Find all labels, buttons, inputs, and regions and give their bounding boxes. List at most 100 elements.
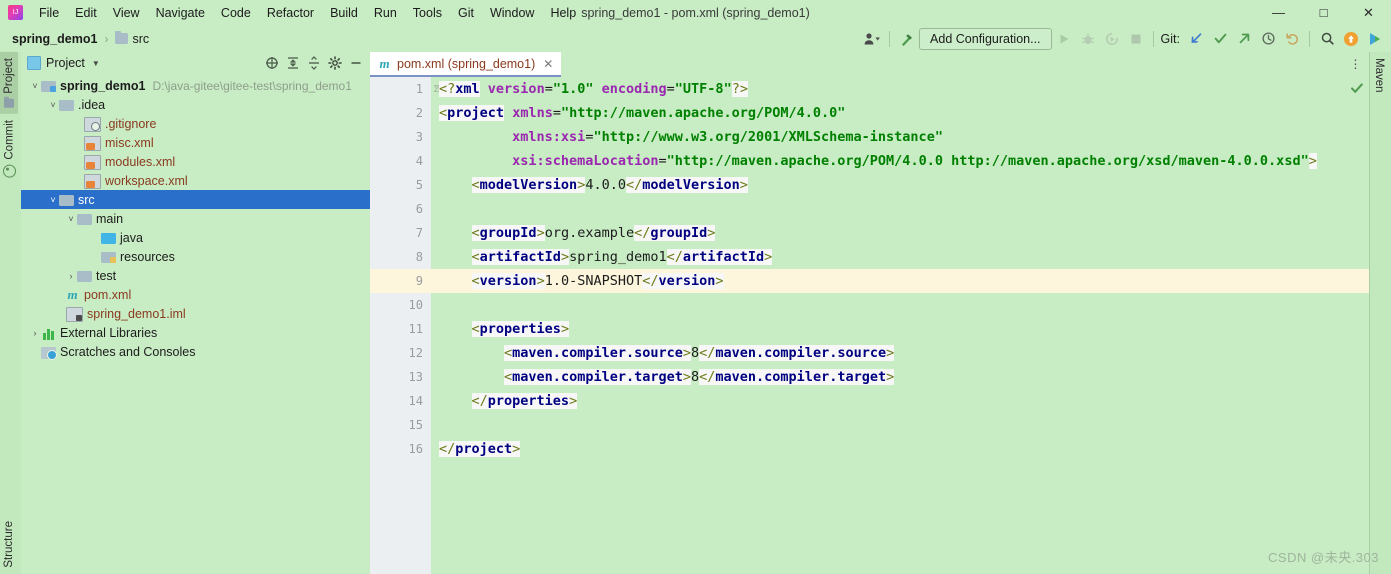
menu-file-label: File [39, 5, 60, 20]
tree-label: spring_demo1.iml [87, 306, 186, 321]
minimize-button[interactable]: — [1256, 0, 1301, 25]
breadcrumb-src[interactable]: src [112, 30, 152, 48]
add-configuration-button[interactable]: Add Configuration... [919, 27, 1052, 50]
code-token: encoding [601, 81, 667, 97]
git-push-icon[interactable] [1232, 28, 1256, 50]
code-token: < [471, 273, 480, 289]
stop-button-icon[interactable] [1124, 28, 1148, 50]
expand-arrow-icon[interactable]: ˅ [29, 81, 41, 91]
settings-gear-icon[interactable] [325, 53, 345, 73]
folder-icon [115, 30, 129, 44]
tab-pom-xml[interactable]: m pom.xml (spring_demo1) ✕ [370, 52, 562, 77]
code-text-area[interactable]: <?xml version="1.0" encoding="UTF-8"?> <p… [431, 77, 1370, 574]
code-token: 8 [691, 369, 700, 385]
expand-arrow-icon[interactable]: ˅ [47, 100, 59, 110]
tab-close-icon[interactable]: ✕ [543, 57, 553, 71]
tree-row-workspace-xml[interactable]: workspace.xml [21, 171, 370, 190]
maximize-button[interactable]: □ [1301, 0, 1346, 25]
menu-build[interactable]: Build [322, 3, 366, 23]
line-number-text: 2 [415, 106, 423, 120]
menu-edit[interactable]: Edit [67, 3, 105, 23]
tree-row-resources[interactable]: resources [21, 247, 370, 266]
editor-options-menu-icon[interactable]: ⋮ [1346, 54, 1366, 74]
expand-arrow-icon[interactable]: › [29, 328, 41, 338]
tree-row-main[interactable]: ˅ main [21, 209, 370, 228]
intellij-idea-window: File Edit View Navigate Code Refactor Bu… [0, 0, 1391, 574]
tool-window-maven[interactable]: Maven [1370, 52, 1388, 99]
expand-arrow-icon[interactable]: ˅ [47, 195, 59, 205]
expand-arrow-icon[interactable]: › [65, 271, 77, 281]
hide-panel-icon[interactable] [346, 53, 366, 73]
collapse-all-icon[interactable] [304, 53, 324, 73]
close-button[interactable]: ✕ [1346, 0, 1391, 25]
search-icon[interactable] [1315, 28, 1339, 50]
tree-row-test[interactable]: › test [21, 266, 370, 285]
tree-label: pom.xml [84, 287, 132, 302]
line-number: 2 [370, 85, 444, 125]
code-token: > [512, 441, 521, 457]
tree-row-modules-xml[interactable]: modules.xml [21, 152, 370, 171]
expand-all-icon[interactable] [283, 53, 303, 73]
menu-git[interactable]: Git [450, 3, 482, 23]
tool-window-structure[interactable]: Structure [0, 515, 18, 574]
tree-row-spring-demo1[interactable]: ˅ spring_demo1 D:\java-gitee\gitee-test\… [21, 76, 370, 95]
update-available-icon[interactable] [1339, 28, 1363, 50]
code-token: 8 [691, 345, 700, 361]
run-with-coverage-icon[interactable] [1100, 28, 1124, 50]
git-rollback-icon[interactable] [1280, 28, 1304, 50]
code-token: > [707, 225, 716, 241]
menu-file[interactable]: File [31, 3, 67, 23]
code-editor[interactable]: 1 2 3 4 5 6 7 8 9 10 11 12 13 14 15 16 <… [370, 77, 1370, 574]
breadcrumb-project[interactable]: spring_demo1 [9, 30, 100, 48]
debug-button-icon[interactable] [1076, 28, 1100, 50]
build-hammer-icon[interactable] [895, 28, 919, 50]
menu-refactor[interactable]: Refactor [259, 3, 322, 23]
tree-row-src[interactable]: ˅ src [21, 190, 370, 209]
line-number: 5 [415, 178, 423, 192]
tool-window-commit[interactable]: Commit [0, 114, 19, 184]
tree-row-iml[interactable]: spring_demo1.iml [21, 304, 370, 323]
tab-label: pom.xml (spring_demo1) [397, 56, 536, 71]
inspection-status-ok-icon[interactable] [1350, 81, 1364, 95]
menu-view[interactable]: View [105, 3, 148, 23]
git-history-clock-icon[interactable] [1256, 28, 1280, 50]
run-anything-play-icon[interactable] [1363, 28, 1387, 50]
expand-arrow-icon[interactable]: ˅ [65, 214, 77, 224]
project-panel-title[interactable]: Project ▼ [27, 56, 100, 70]
code-token: < [471, 321, 480, 337]
code-token: > [764, 249, 773, 265]
tree-row-gitignore[interactable]: .gitignore [21, 114, 370, 133]
git-commit-icon[interactable] [1208, 28, 1232, 50]
editor-tab-bar: m pom.xml (spring_demo1) ✕ ⋮ [370, 52, 1370, 77]
menu-help[interactable]: Help [542, 3, 584, 23]
menu-tools[interactable]: Tools [405, 3, 450, 23]
tab-bar-filler [561, 52, 1370, 77]
user-account-icon[interactable] [860, 28, 884, 50]
tree-row-scratches[interactable]: Scratches and Consoles [21, 342, 370, 361]
code-token: < [471, 249, 480, 265]
run-button-icon[interactable] [1052, 28, 1076, 50]
tree-row-pom-xml[interactable]: m pom.xml [21, 285, 370, 304]
line-number: 13 [408, 370, 423, 384]
editor-gutter[interactable]: 1 2 3 4 5 6 7 8 9 10 11 12 13 14 15 16 [370, 77, 459, 574]
menu-run[interactable]: Run [366, 3, 405, 23]
tree-row-java[interactable]: java [21, 228, 370, 247]
tree-row-external-libraries[interactable]: › External Libraries [21, 323, 370, 342]
menu-code[interactable]: Code [213, 3, 259, 23]
git-update-project-icon[interactable] [1184, 28, 1208, 50]
menu-navigate[interactable]: Navigate [148, 3, 213, 23]
tree-row-idea[interactable]: ˅ .idea [21, 95, 370, 114]
tool-window-project[interactable]: Project [0, 52, 18, 114]
code-token: > [560, 321, 570, 337]
tree-row-misc-xml[interactable]: misc.xml [21, 133, 370, 152]
breadcrumb-separator-icon: › [104, 31, 109, 46]
toolbar-right: Add Configuration... Git: [860, 27, 1391, 50]
code-token: artifactId [479, 249, 561, 265]
line-number: 8 [415, 250, 423, 264]
select-opened-file-icon[interactable] [262, 53, 282, 73]
code-line: <artifactId>spring_demo1</artifactId> [431, 245, 1370, 269]
menu-window[interactable]: Window [482, 3, 542, 23]
